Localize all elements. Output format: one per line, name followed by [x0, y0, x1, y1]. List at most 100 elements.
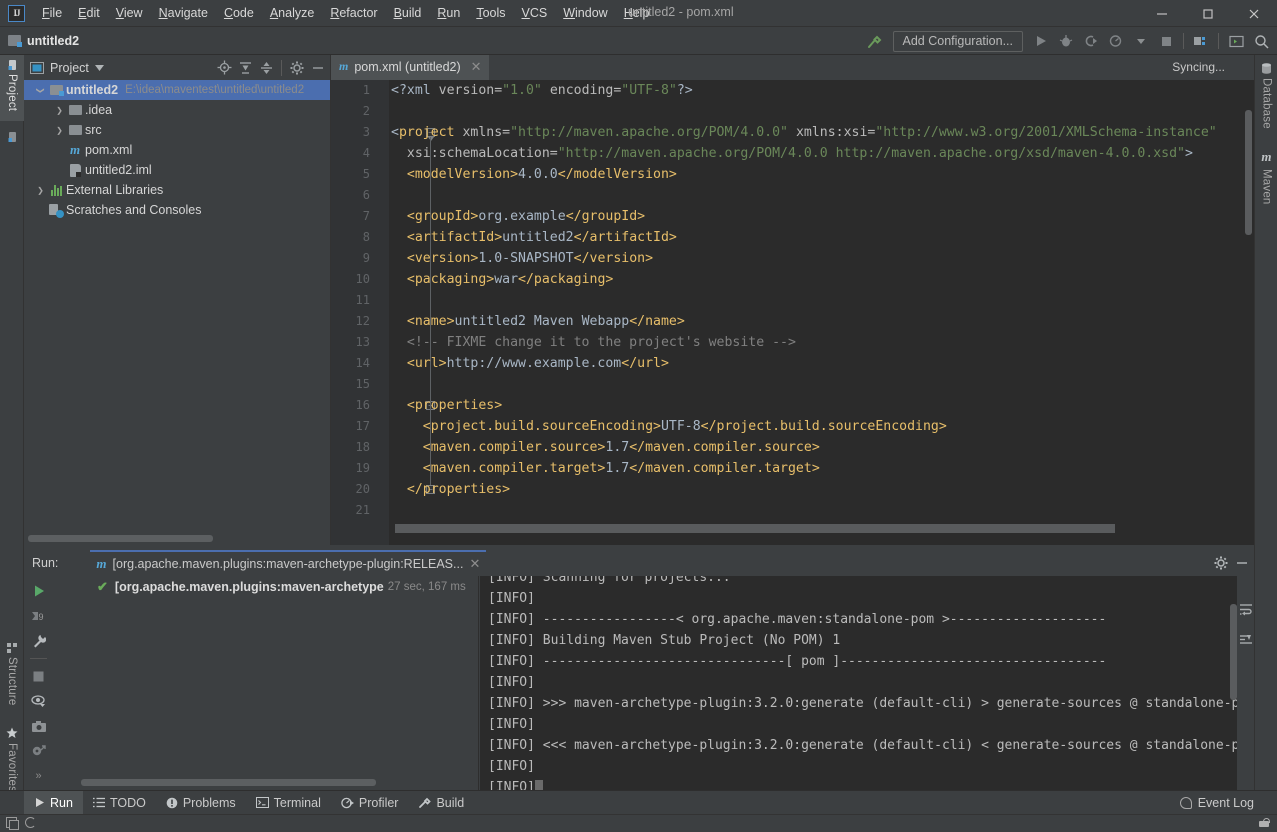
- tree-item-pom-xml[interactable]: m pom.xml: [24, 140, 330, 160]
- menu-item-analyze[interactable]: Analyze: [262, 3, 322, 23]
- run-console[interactable]: [INFO] Scanning for projects... [INFO] […: [480, 576, 1254, 790]
- tool-window-button-profiler[interactable]: Profiler: [331, 791, 409, 815]
- expand-all-icon[interactable]: [235, 57, 256, 78]
- sidebar-item-maven[interactable]: m Maven: [1255, 143, 1277, 207]
- build-hammer-icon[interactable]: [863, 29, 887, 53]
- tool-window-button-build[interactable]: Build: [408, 791, 474, 815]
- project-panel-title: Project: [50, 60, 89, 75]
- run-config-tab[interactable]: m [org.apache.maven.plugins:maven-archet…: [90, 550, 487, 576]
- menu-item-refactor[interactable]: Refactor: [322, 3, 385, 23]
- run-tree-item[interactable]: ✔ [org.apache.maven.plugins:maven-archety…: [53, 576, 478, 597]
- event-log-button[interactable]: Event Log: [1198, 796, 1254, 810]
- close-icon[interactable]: ✕: [471, 59, 482, 75]
- close-button[interactable]: [1231, 0, 1277, 27]
- close-icon[interactable]: ✕: [469, 556, 480, 572]
- tree-item-label: untitled2: [66, 83, 119, 97]
- menu-item-build[interactable]: Build: [386, 3, 430, 23]
- rerun-icon[interactable]: [28, 580, 50, 602]
- tool-window-button-terminal[interactable]: Terminal: [246, 791, 331, 815]
- run-icon[interactable]: [1029, 29, 1053, 53]
- maximize-button[interactable]: [1185, 0, 1231, 27]
- run-tool-window: Run: m [org.apache.maven.plugins:maven-a…: [24, 550, 1254, 790]
- expand-arrow-icon[interactable]: [34, 186, 47, 195]
- menu-item-edit[interactable]: Edit: [70, 3, 108, 23]
- project-structure-icon[interactable]: [1189, 29, 1213, 53]
- run-with-coverage-icon[interactable]: [1079, 29, 1103, 53]
- wrench-settings-icon[interactable]: [28, 630, 50, 652]
- project-tree[interactable]: untitled2 E:\idea\maventest\untitled\unti…: [24, 80, 330, 531]
- expand-arrow-icon[interactable]: [53, 126, 66, 135]
- background-tasks-icon[interactable]: [25, 817, 36, 828]
- chevron-down-icon[interactable]: [94, 64, 104, 71]
- gear-icon[interactable]: [286, 57, 307, 78]
- breadcrumb[interactable]: untitled2: [8, 34, 79, 48]
- line-number: 2: [362, 104, 370, 118]
- line-number: 17: [355, 419, 370, 433]
- code-folding-strip[interactable]: −−−: [378, 80, 435, 545]
- menu-item-code[interactable]: Code: [216, 3, 262, 23]
- collapse-all-icon[interactable]: [256, 57, 277, 78]
- sidebar-folder-icon-slot[interactable]: [0, 127, 24, 151]
- sidebar-item-structure[interactable]: Structure: [0, 637, 24, 719]
- menu-item-window[interactable]: Window: [555, 3, 615, 23]
- tree-item-idea[interactable]: .idea: [24, 100, 330, 120]
- menu-item-vcs[interactable]: VCS: [514, 3, 556, 23]
- project-panel-toolbar: [214, 55, 328, 80]
- run-test-tree[interactable]: ✔ [org.apache.maven.plugins:maven-archety…: [53, 576, 479, 790]
- collapse-arrow-icon[interactable]: [34, 86, 47, 95]
- editor-vscrollbar[interactable]: [1245, 110, 1252, 235]
- run-tree-hscrollbar[interactable]: [81, 779, 471, 786]
- menu-item-navigate[interactable]: Navigate: [151, 3, 216, 23]
- menu-item-run[interactable]: Run: [429, 3, 468, 23]
- menu-item-file[interactable]: File: [34, 3, 70, 23]
- database-icon: [1261, 63, 1272, 74]
- menu-item-tools[interactable]: Tools: [468, 3, 513, 23]
- add-configuration-button[interactable]: Add Configuration...: [892, 30, 1023, 52]
- tree-item-external-libraries[interactable]: External Libraries: [24, 180, 330, 200]
- tree-item-untitled2-iml[interactable]: untitled2.iml: [24, 160, 330, 180]
- terminal-icon[interactable]: [1224, 29, 1248, 53]
- gear-icon[interactable]: [1210, 553, 1231, 574]
- left-tool-window-strip: Project Structure Favorites: [0, 55, 24, 817]
- tool-window-button-problems[interactable]: Problems: [156, 791, 246, 815]
- minimize-button[interactable]: [1139, 0, 1185, 27]
- structure-icon: [7, 643, 17, 653]
- tree-item-src[interactable]: src: [24, 120, 330, 140]
- tool-window-button-todo[interactable]: TODO: [83, 791, 156, 815]
- hide-icon[interactable]: [307, 57, 328, 78]
- more-icon[interactable]: »: [28, 765, 50, 787]
- soft-wrap-icon[interactable]: [1235, 598, 1255, 620]
- toggle-panels-icon[interactable]: [6, 817, 19, 830]
- editor-hscrollbar[interactable]: [395, 524, 1240, 533]
- locate-target-icon[interactable]: [214, 57, 235, 78]
- lock-icon[interactable]: [1259, 818, 1270, 827]
- sidebar-item-project[interactable]: Project: [0, 55, 24, 121]
- profiler-icon[interactable]: [1104, 29, 1128, 53]
- tab-pom-xml[interactable]: m pom.xml (untitled2) ✕: [331, 55, 489, 80]
- tool-window-button-run[interactable]: Run: [24, 790, 83, 815]
- line-number: 5: [362, 167, 370, 181]
- menu-item-view[interactable]: View: [108, 3, 151, 23]
- hide-icon[interactable]: [1231, 553, 1252, 574]
- source-code[interactable]: <?xml version="1.0" encoding="UTF-8"?> <…: [391, 80, 1254, 545]
- code-line: <properties>: [391, 398, 503, 413]
- tree-item-untitled2[interactable]: untitled2 E:\idea\maventest\untitled\unti…: [24, 80, 330, 100]
- folder-icon: [7, 132, 18, 142]
- sidebar-item-database[interactable]: Database: [1255, 57, 1277, 135]
- camera-snapshot-icon[interactable]: [28, 715, 50, 737]
- stop-icon[interactable]: [1154, 29, 1178, 53]
- tree-item-scratches-and-consoles[interactable]: Scratches and Consoles: [24, 200, 330, 220]
- project-panel-hscrollbar[interactable]: [28, 535, 318, 542]
- title-bar: IJ File Edit View Navigate Code Analyze Refact…: [0, 0, 1277, 27]
- rerun-failed-tests-icon[interactable]: 9: [28, 605, 50, 627]
- stop-icon[interactable]: [28, 665, 50, 687]
- eye-filter-icon[interactable]: [28, 690, 50, 712]
- code-editor[interactable]: 123456789101112131415161718192021 −−− <?…: [331, 80, 1254, 545]
- search-everywhere-icon[interactable]: [1249, 29, 1273, 53]
- dropdown-arrow-icon[interactable]: [1129, 29, 1153, 53]
- export-icon[interactable]: [28, 740, 50, 762]
- debug-icon[interactable]: [1054, 29, 1078, 53]
- bottom-bar: [0, 814, 1277, 832]
- expand-arrow-icon[interactable]: [53, 106, 66, 115]
- scroll-to-end-icon[interactable]: [1235, 629, 1255, 651]
